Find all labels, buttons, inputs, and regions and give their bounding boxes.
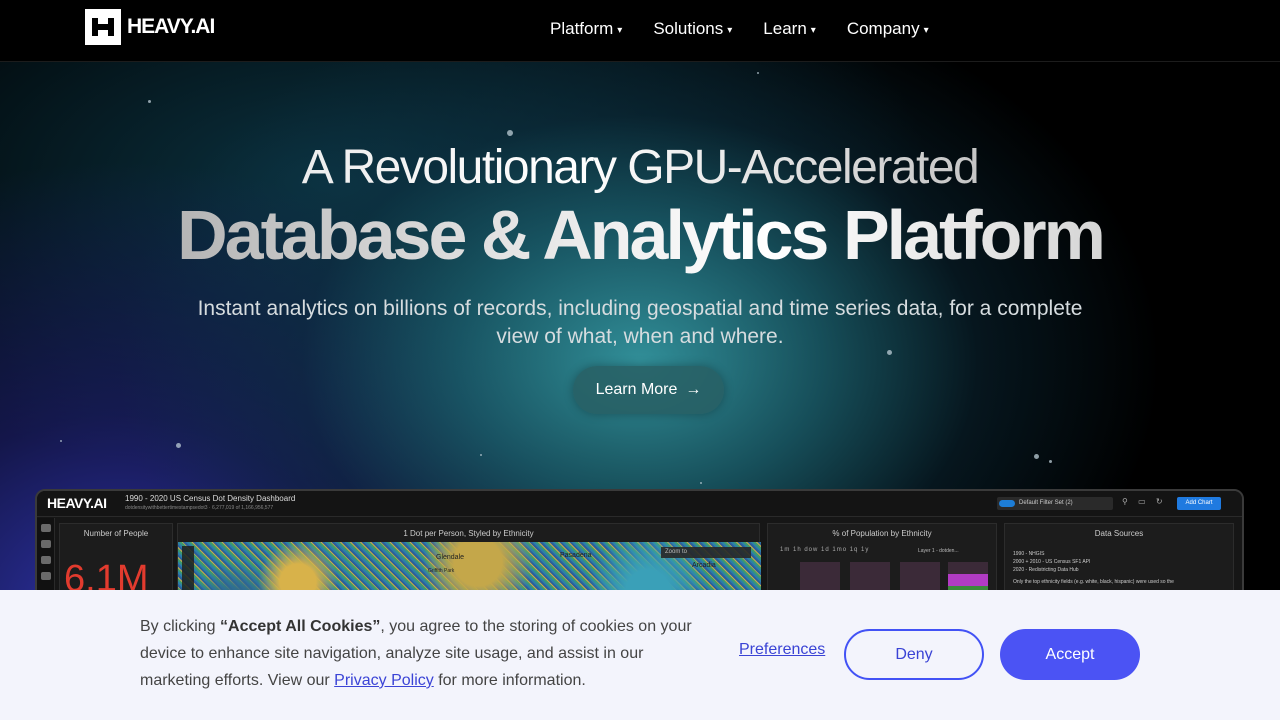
cookie-text-part: By clicking — [140, 618, 221, 635]
layers-icon — [41, 540, 51, 548]
map-label: Griffith Park — [428, 568, 455, 574]
privacy-policy-link[interactable]: Privacy Policy — [334, 672, 434, 689]
filter-icon — [41, 524, 51, 532]
dashboard-header: HEAVY.AI 1990 - 2020 US Census Dot Densi… — [37, 491, 1242, 517]
cookie-message: By clicking “Accept All Cookies”, you ag… — [140, 613, 700, 694]
dashboard-record-count: dotdensitywithbettertimestampsedot3 · 6,… — [125, 505, 274, 511]
chevron-down-icon: ▾ — [727, 25, 733, 36]
hero-title-line2: Database & Analytics Platform — [0, 195, 1280, 275]
nav-item-label: Company — [846, 19, 920, 38]
cookie-text-bold: “Accept All Cookies” — [220, 618, 381, 635]
hero-subtitle: Instant analytics on billions of records… — [197, 297, 1083, 348]
decorative-star — [757, 72, 759, 74]
logo-mark-icon — [85, 9, 121, 45]
dashboard-logo: HEAVY.AI — [47, 495, 107, 511]
data-sources-text: 1990 - NHGIS 2000 + 2010 - US Census SF1… — [1013, 550, 1227, 586]
decorative-star — [176, 443, 181, 448]
decorative-star — [507, 130, 513, 136]
top-navbar: HEAVY.AI Platform ▾ Solutions ▾ Learn ▾ Com… — [0, 0, 1280, 62]
hero-title-line1: A Revolutionary GPU-Accelerated — [0, 140, 1280, 195]
nav-item-label: Platform — [550, 19, 614, 38]
chevron-down-icon: ▾ — [617, 25, 623, 36]
brand-name: HEAVY.AI — [127, 15, 215, 38]
source-line: Only the top ethnicity fields (e.g. whit… — [1013, 579, 1174, 585]
chevron-down-icon: ▾ — [923, 25, 929, 36]
map-label: Arcadia — [692, 562, 716, 569]
accept-button[interactable]: Accept — [1000, 629, 1140, 680]
deny-button[interactable]: Deny — [844, 629, 984, 680]
decorative-star — [60, 440, 62, 442]
brand-logo[interactable]: HEAVY.AI — [85, 9, 215, 45]
decorative-star — [700, 482, 702, 484]
decorative-star — [1049, 460, 1052, 463]
panel-title: Number of People — [83, 529, 149, 538]
cookie-text-part: for more information. — [433, 672, 586, 689]
nav-item-solutions[interactable]: Solutions ▾ — [653, 19, 732, 39]
decorative-star — [148, 100, 151, 103]
map-label: Pasadena — [560, 552, 592, 559]
nav-item-learn[interactable]: Learn ▾ — [763, 19, 816, 39]
map-tools — [182, 546, 194, 590]
decorative-star — [480, 454, 482, 456]
zoom-to-input: Zoom to — [661, 547, 751, 558]
panel-title: 1 Dot per Person, Styled by Ethnicity — [403, 529, 534, 538]
layer-label: Layer 1 - dotden... — [918, 548, 959, 554]
learn-more-label: Learn More — [595, 381, 678, 398]
nav-item-company[interactable]: Company ▾ — [847, 19, 929, 39]
panel-title: % of Population by Ethnicity — [832, 529, 932, 538]
learn-more-button[interactable]: Learn More → — [573, 366, 724, 414]
dashboard-title: 1990 - 2020 US Census Dot Density Dashbo… — [125, 494, 296, 503]
panel-title: Data Sources — [1094, 529, 1144, 538]
add-chart-button: Add Chart — [1177, 497, 1221, 510]
settings-icon — [41, 572, 51, 580]
arrow-right-icon: → — [685, 381, 702, 398]
main-menu: Platform ▾ Solutions ▾ Learn ▾ Company ▾ — [550, 19, 929, 39]
dashboard-toolbar-icons: ⚲ ▭ ↻ — [1122, 497, 1167, 506]
filter-toggle — [999, 500, 1015, 507]
map-label: Glendale — [436, 554, 465, 561]
nav-item-label: Solutions — [653, 19, 724, 38]
cookie-banner: By clicking “Accept All Cookies”, you ag… — [0, 590, 1280, 720]
source-line: 2020 - Redistricting Data Hub — [1013, 567, 1079, 573]
source-line: 1990 - NHGIS — [1013, 551, 1045, 557]
decorative-star — [1034, 454, 1039, 459]
chart-icon — [41, 556, 51, 564]
source-line: 2000 + 2010 - US Census SF1 API — [1013, 559, 1091, 565]
nav-item-platform[interactable]: Platform ▾ — [550, 19, 622, 39]
nav-item-label: Learn — [763, 19, 807, 38]
time-tabs: 1m 1h dow 1d 1mo 1q 1y — [780, 547, 870, 553]
chevron-down-icon: ▾ — [810, 25, 816, 36]
preferences-link[interactable]: Preferences — [739, 641, 825, 659]
